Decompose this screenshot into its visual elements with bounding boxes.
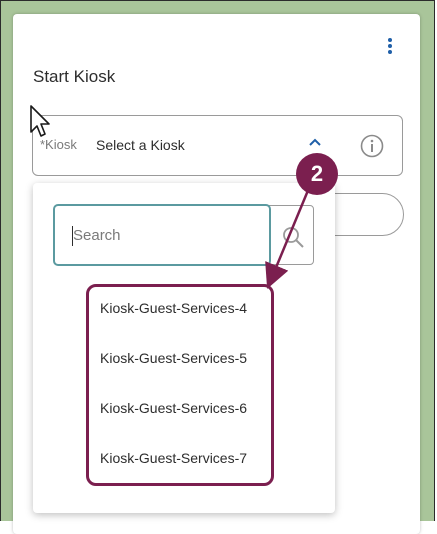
list-item[interactable]: Kiosk-Guest-Services-5 <box>100 350 270 366</box>
kebab-menu-icon[interactable] <box>385 36 395 56</box>
list-item[interactable]: Kiosk-Guest-Services-7 <box>100 450 270 466</box>
info-icon[interactable] <box>360 134 384 158</box>
list-item[interactable]: Kiosk-Guest-Services-4 <box>100 300 270 316</box>
text-caret <box>72 226 73 246</box>
panel-title: Start Kiosk <box>33 67 116 86</box>
kiosk-required-label: *Kiosk <box>40 137 77 152</box>
kiosk-select[interactable] <box>32 115 403 176</box>
callout-badge: 2 <box>296 153 338 195</box>
mouse-cursor-icon <box>30 105 50 137</box>
chevron-up-icon[interactable] <box>308 137 322 147</box>
search-icon[interactable] <box>281 225 305 249</box>
kiosk-select-value[interactable]: Select a Kiosk <box>96 137 185 153</box>
list-item[interactable]: Kiosk-Guest-Services-6 <box>100 400 270 416</box>
search-input[interactable] <box>53 204 271 266</box>
